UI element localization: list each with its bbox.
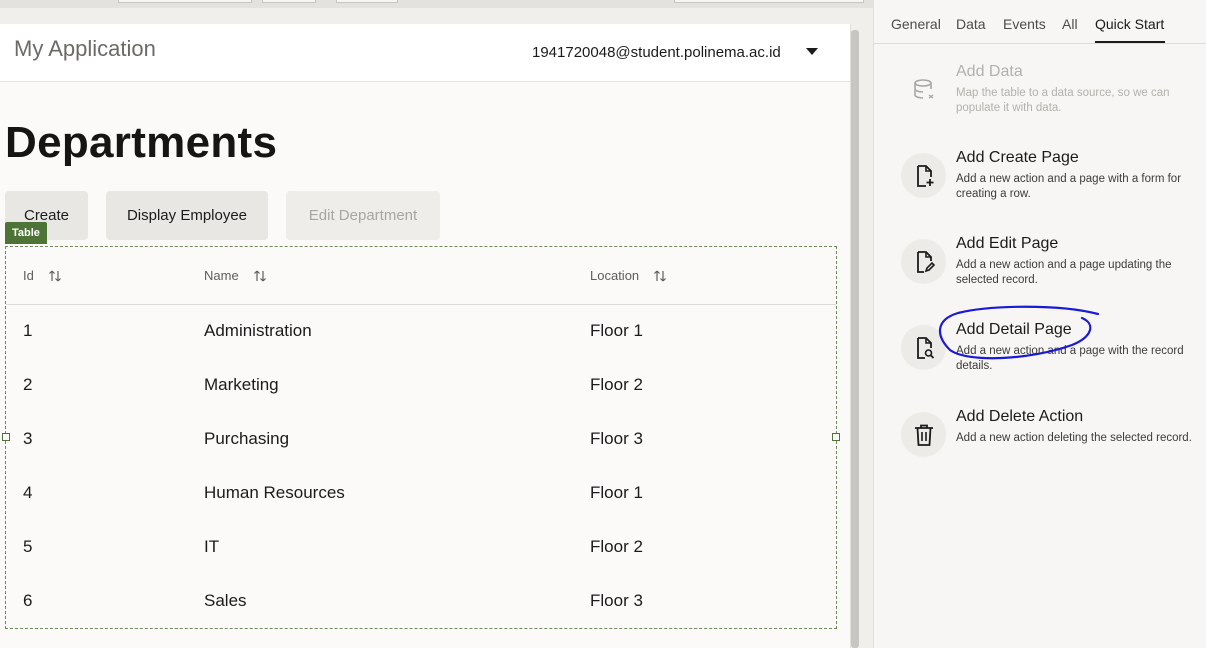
table-row[interactable]: 6 Sales Floor 3	[6, 575, 836, 629]
page-title: Departments	[5, 118, 278, 167]
cell-id: 5	[23, 537, 33, 556]
column-header-name[interactable]: Name	[204, 268, 267, 283]
edit-department-button: Edit Department	[286, 191, 440, 240]
app-title: My Application	[14, 36, 156, 61]
action-description: Add a new action and a page updating the…	[956, 259, 1172, 286]
file-search-icon	[901, 325, 946, 370]
panel-tabs: General Data Events All Quick Start	[874, 0, 1206, 44]
sort-icon[interactable]	[653, 269, 667, 283]
app-header: My Application 1941720048@student.poline…	[0, 24, 850, 82]
table-row[interactable]: 4 Human Resources Floor 1	[6, 467, 836, 521]
tab-general[interactable]: General	[891, 16, 941, 32]
canvas-scrollbar[interactable]	[851, 30, 859, 648]
column-header-id[interactable]: Id	[23, 268, 62, 283]
file-plus-icon	[901, 153, 946, 198]
database-icon	[901, 67, 946, 112]
column-header-label: Id	[23, 268, 34, 283]
cell-id: 2	[23, 375, 33, 394]
tab-all[interactable]: All	[1062, 16, 1078, 32]
tab-quick-start[interactable]: Quick Start	[1095, 16, 1164, 32]
cell-name: IT	[204, 537, 220, 556]
tab-data[interactable]: Data	[956, 16, 986, 32]
tab-events[interactable]: Events	[1003, 16, 1046, 32]
sort-icon[interactable]	[48, 269, 62, 283]
table-row[interactable]: 3 Purchasing Floor 3	[6, 413, 836, 467]
display-employee-button[interactable]: Display Employee	[106, 191, 268, 240]
cell-id: 1	[23, 321, 33, 340]
properties-panel: General Data Events All Quick Start Add …	[873, 0, 1206, 648]
cell-location: Floor 2	[590, 537, 643, 556]
cell-location: Floor 1	[590, 483, 643, 502]
cell-name: Sales	[204, 591, 247, 610]
action-title[interactable]: Add Edit Page	[956, 235, 1058, 253]
cell-id: 3	[23, 429, 33, 448]
design-canvas[interactable]: My Application 1941720048@student.poline…	[0, 24, 851, 648]
action-title[interactable]: Add Detail Page	[956, 321, 1072, 339]
designer-toolbar-strip	[0, 0, 873, 8]
sort-icon[interactable]	[253, 269, 267, 283]
cell-location: Floor 1	[590, 321, 643, 340]
cell-location: Floor 3	[590, 591, 643, 610]
action-title: Add Data	[956, 63, 1023, 80]
table-header: Id Name Location	[6, 247, 836, 305]
cell-name: Administration	[204, 321, 312, 340]
table-selection-tag: Table	[5, 222, 47, 244]
table-row[interactable]: 1 Administration Floor 1	[6, 305, 836, 359]
cell-id: 6	[23, 591, 33, 610]
cell-location: Floor 3	[590, 429, 643, 448]
table-row[interactable]: 2 Marketing Floor 2	[6, 359, 836, 413]
toolbar-control[interactable]	[336, 0, 398, 3]
cell-name: Human Resources	[204, 483, 345, 502]
column-header-location[interactable]: Location	[590, 268, 667, 283]
table-row[interactable]: 5 IT Floor 2	[6, 521, 836, 575]
action-title[interactable]: Add Delete Action	[956, 408, 1083, 426]
toolbar-control[interactable]	[674, 0, 864, 3]
trash-icon	[901, 412, 946, 457]
action-description: Add a new action and a page with the rec…	[956, 345, 1184, 372]
cell-name: Purchasing	[204, 429, 290, 448]
cell-name: Marketing	[204, 375, 279, 394]
action-description: Add a new action deleting the selected r…	[956, 432, 1192, 444]
departments-table[interactable]: Id Name Location 1 Administration Floor …	[2, 246, 840, 629]
action-description: Map the table to a data source, so we ca…	[956, 87, 1170, 114]
file-edit-icon	[901, 239, 946, 284]
active-tab-indicator	[1095, 41, 1165, 43]
action-description: Add a new action and a page with a form …	[956, 173, 1182, 200]
toolbar-control[interactable]	[118, 0, 252, 3]
column-header-label: Name	[204, 268, 239, 283]
column-header-label: Location	[590, 268, 640, 283]
chevron-down-icon[interactable]	[806, 48, 818, 55]
cell-id: 4	[23, 483, 33, 502]
user-menu-label[interactable]: 1941720048@student.polinema.ac.id	[532, 44, 781, 61]
cell-location: Floor 2	[590, 375, 643, 394]
toolbar-control[interactable]	[262, 0, 316, 3]
action-title[interactable]: Add Create Page	[956, 149, 1079, 167]
